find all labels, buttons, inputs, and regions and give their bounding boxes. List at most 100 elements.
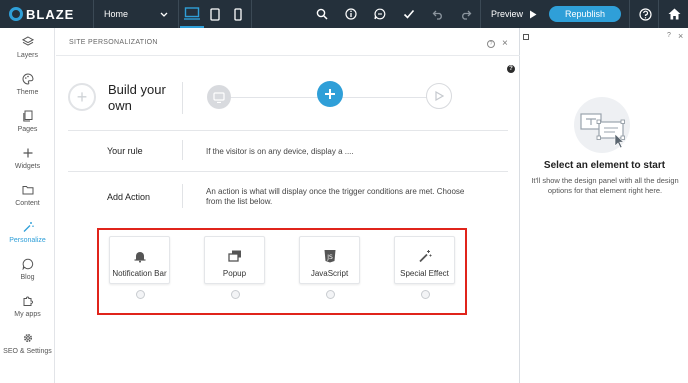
folder-icon bbox=[22, 184, 34, 196]
close-icon[interactable]: × bbox=[678, 31, 683, 41]
popup-icon bbox=[227, 249, 242, 263]
help-icon[interactable]: ? bbox=[507, 65, 515, 73]
panel-close-icon[interactable]: × bbox=[502, 38, 508, 49]
build-title: Build your own bbox=[108, 82, 166, 113]
sidebar-item-seo-settings[interactable]: SEO & Settings bbox=[0, 328, 55, 365]
divider bbox=[68, 130, 508, 131]
play-icon bbox=[530, 10, 537, 18]
info-button[interactable] bbox=[337, 0, 365, 28]
help-button[interactable] bbox=[633, 0, 657, 28]
republish-button[interactable]: Republish bbox=[549, 6, 621, 22]
sidebar-item-label: Blog bbox=[20, 274, 35, 281]
add-action-text: An action is what will display once the … bbox=[206, 187, 465, 206]
desktop-icon bbox=[184, 6, 200, 20]
search-icon bbox=[316, 8, 328, 20]
redo-icon bbox=[462, 10, 472, 20]
publish-check-button[interactable] bbox=[395, 0, 423, 28]
divider bbox=[182, 184, 183, 208]
action-radio-notification-bar[interactable] bbox=[136, 290, 145, 299]
left-sidebar: Layers Theme Pages Widgets Content Perso… bbox=[0, 28, 55, 383]
undo-button[interactable] bbox=[424, 0, 452, 28]
redo-button[interactable] bbox=[452, 0, 480, 28]
page-select[interactable]: Home bbox=[96, 0, 176, 28]
palette-icon bbox=[22, 73, 34, 85]
layers-icon bbox=[21, 36, 34, 48]
sidebar-item-label: My apps bbox=[14, 311, 41, 318]
blaze-logo[interactable]: BLAZE bbox=[9, 6, 74, 22]
javascript-icon: JS bbox=[323, 249, 337, 263]
tablet-view-button[interactable] bbox=[203, 0, 227, 28]
sidebar-item-label: Personalize bbox=[9, 237, 46, 244]
action-notification-bar[interactable]: Notification Bar bbox=[109, 236, 170, 284]
logo-text: BLAZE bbox=[26, 6, 75, 22]
sidebar-item-theme[interactable]: Theme bbox=[0, 69, 55, 106]
chevron-down-icon bbox=[160, 12, 168, 17]
action-label: Notification Bar bbox=[112, 269, 167, 278]
action-javascript[interactable]: JS JavaScript bbox=[299, 236, 360, 284]
sidebar-item-layers[interactable]: Layers bbox=[0, 32, 55, 69]
help-icon bbox=[638, 7, 652, 21]
sidebar-item-content[interactable]: Content bbox=[0, 180, 55, 217]
gear-icon bbox=[22, 332, 34, 344]
divider bbox=[178, 0, 179, 28]
sidebar-item-label: Widgets bbox=[14, 163, 41, 170]
notification-bar-icon bbox=[133, 249, 147, 263]
select-element-illustration-icon bbox=[571, 94, 633, 156]
your-rule-label: Your rule bbox=[107, 146, 143, 156]
info-icon bbox=[345, 8, 357, 20]
action-radio-popup[interactable] bbox=[231, 290, 240, 299]
design-panel-description: It'll show the design panel with all the… bbox=[531, 176, 679, 195]
sidebar-item-my-apps[interactable]: My apps bbox=[0, 291, 55, 328]
add-rule-button[interactable]: + bbox=[68, 83, 96, 111]
mobile-icon bbox=[234, 7, 242, 21]
action-label: JavaScript bbox=[310, 269, 349, 278]
mobile-view-button[interactable] bbox=[226, 0, 250, 28]
preview-button[interactable]: Preview bbox=[483, 0, 537, 28]
divider bbox=[93, 0, 94, 28]
divider bbox=[182, 140, 183, 160]
sidebar-item-blog[interactable]: Blog bbox=[0, 254, 55, 291]
comments-button[interactable] bbox=[366, 0, 394, 28]
action-special-effect[interactable]: Special Effect bbox=[394, 236, 455, 284]
plus-icon bbox=[325, 89, 335, 99]
divider bbox=[68, 171, 508, 172]
design-panel: ? × Select an element to start It'll sho… bbox=[521, 28, 688, 383]
puzzle-icon bbox=[22, 295, 34, 307]
build-your-own-row: + Build your own bbox=[68, 73, 508, 128]
sidebar-item-label: Content bbox=[15, 200, 40, 207]
help-icon[interactable]: ? bbox=[667, 32, 671, 39]
magic-wand-icon bbox=[418, 249, 432, 263]
plus-icon bbox=[22, 147, 34, 159]
comment-icon bbox=[374, 8, 386, 20]
desktop-view-button[interactable] bbox=[180, 0, 204, 28]
preview-label: Preview bbox=[491, 9, 524, 19]
action-radio-special-effect[interactable] bbox=[421, 290, 430, 299]
home-button[interactable] bbox=[662, 0, 686, 28]
search-button[interactable] bbox=[308, 0, 336, 28]
checkmark-icon bbox=[403, 9, 415, 19]
action-radio-javascript[interactable] bbox=[326, 290, 335, 299]
blaze-logo-icon bbox=[9, 7, 23, 21]
action-label: Popup bbox=[222, 269, 247, 278]
svg-text:JS: JS bbox=[326, 254, 333, 261]
panel-help-icon[interactable]: ? bbox=[487, 40, 495, 48]
flow-step-finish[interactable] bbox=[426, 83, 452, 109]
chat-icon bbox=[22, 258, 34, 270]
sidebar-item-label: Pages bbox=[17, 126, 38, 133]
action-label: Special Effect bbox=[400, 269, 449, 278]
sidebar-item-widgets[interactable]: Widgets bbox=[0, 143, 55, 180]
action-popup[interactable]: Popup bbox=[204, 236, 265, 284]
sidebar-item-personalize[interactable]: Personalize bbox=[0, 217, 55, 254]
top-bar: BLAZE Home Preview Republish bbox=[0, 0, 688, 28]
sidebar-item-label: SEO & Settings bbox=[3, 348, 52, 355]
flow-step-add-action[interactable] bbox=[317, 81, 343, 107]
page-select-value: Home bbox=[104, 9, 129, 19]
panel-collapse-icon[interactable] bbox=[523, 34, 529, 40]
sidebar-item-pages[interactable]: Pages bbox=[0, 106, 55, 143]
sidebar-item-label: Theme bbox=[16, 89, 39, 96]
divider bbox=[182, 82, 183, 114]
monitor-chat-icon bbox=[213, 91, 225, 103]
flow-step-trigger[interactable] bbox=[207, 85, 231, 109]
undo-icon bbox=[432, 10, 442, 20]
pages-icon bbox=[22, 110, 34, 122]
